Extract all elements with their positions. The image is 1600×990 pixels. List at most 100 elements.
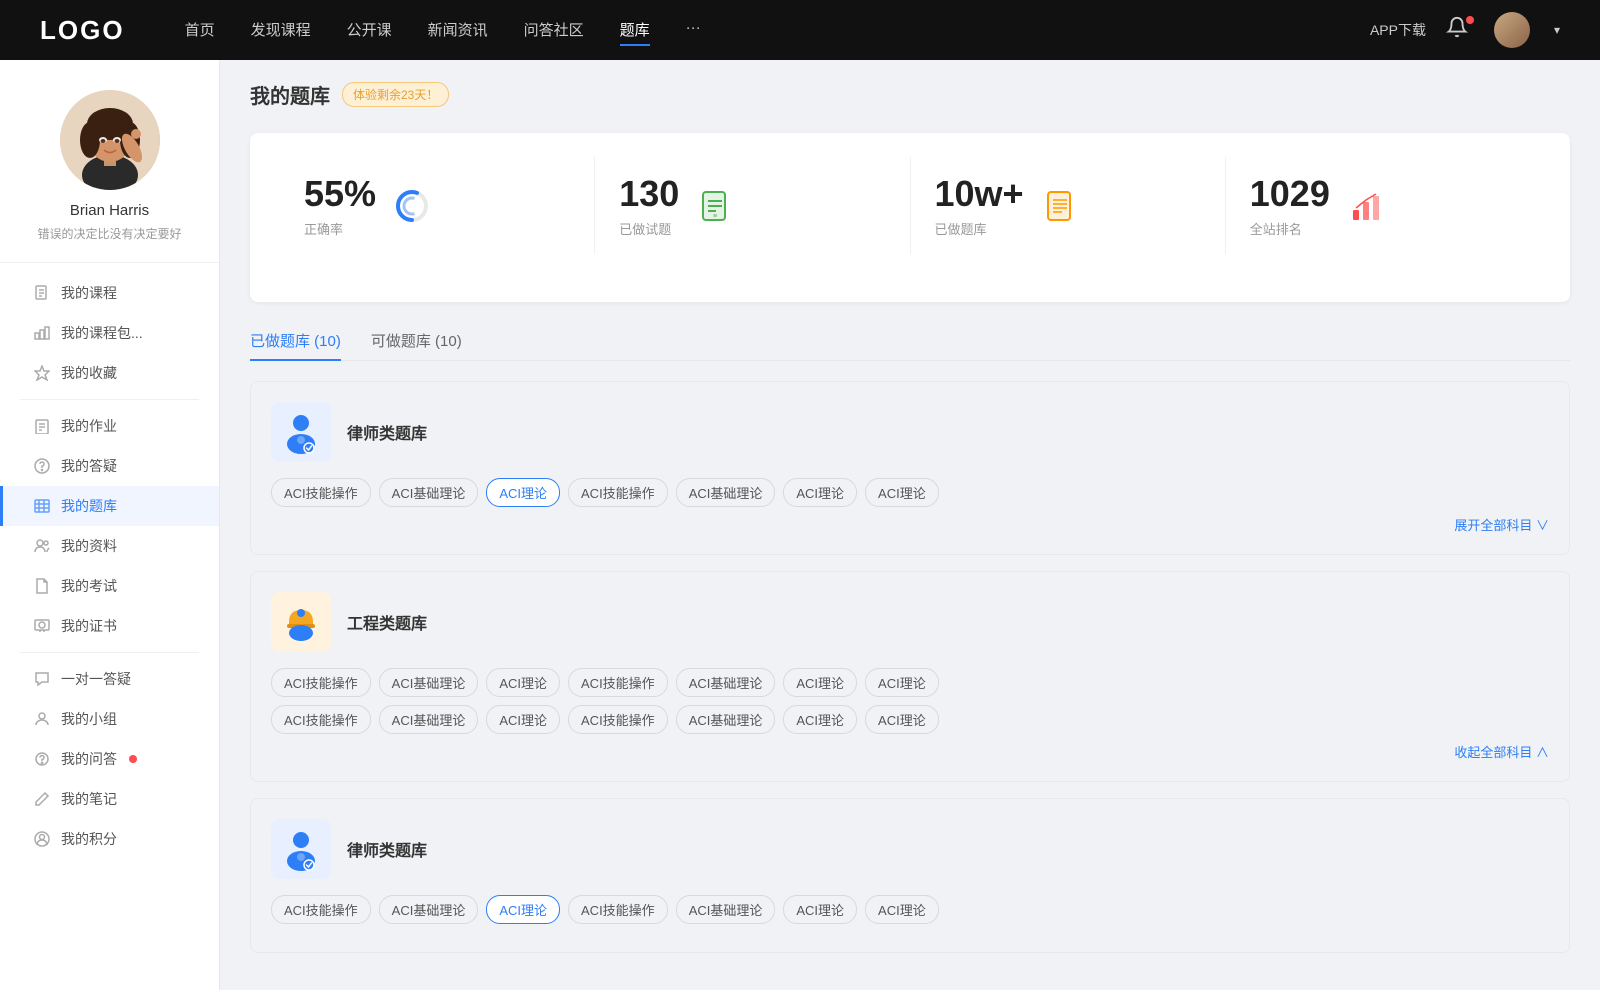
- users-icon: [33, 710, 51, 728]
- bank-header-engineer1: 工程类题库: [271, 592, 1549, 652]
- app-download-link[interactable]: APP下载: [1370, 20, 1426, 40]
- eng-tag-r2-5[interactable]: ACI理论: [783, 705, 857, 734]
- stat-accuracy: 55% 正确率: [280, 157, 595, 254]
- eng-tag-r1-4[interactable]: ACI基础理论: [676, 668, 776, 697]
- sidebar-item-course-package[interactable]: 我的课程包...: [0, 313, 219, 353]
- eng-tag-r1-6[interactable]: ACI理论: [865, 668, 939, 697]
- sidebar-item-profile[interactable]: 我的资料: [0, 526, 219, 566]
- eng-tag-r1-1[interactable]: ACI基础理论: [379, 668, 479, 697]
- sidebar-label-group: 我的小组: [61, 709, 117, 729]
- chat-icon: [33, 670, 51, 688]
- law2-tag-2-active[interactable]: ACI理论: [486, 895, 560, 924]
- stat-ranking: 1029 全站排名: [1226, 157, 1540, 254]
- bell-icon: [1446, 16, 1468, 38]
- sidebar-label-my-questions: 我的问答: [61, 749, 117, 769]
- user-avatar[interactable]: [1494, 12, 1530, 48]
- eng-tag-r2-4[interactable]: ACI基础理论: [676, 705, 776, 734]
- nav-question-bank[interactable]: 题库: [620, 15, 650, 46]
- sidebar-label-notes: 我的笔记: [61, 789, 117, 809]
- file-icon: [33, 577, 51, 595]
- sidebar-item-my-questions[interactable]: 我的问答: [0, 739, 219, 779]
- logo: LOGO: [40, 15, 125, 46]
- sidebar-item-points[interactable]: 我的积分: [0, 819, 219, 859]
- nav-news[interactable]: 新闻资讯: [428, 15, 488, 46]
- eng-tag-r2-2[interactable]: ACI理论: [486, 705, 560, 734]
- nav-discover[interactable]: 发现课程: [251, 15, 311, 46]
- sidebar-item-question-bank[interactable]: 我的题库: [0, 486, 219, 526]
- user-group-icon: [33, 537, 51, 555]
- stat-done-questions: 130 已做试题 ≡: [595, 157, 910, 254]
- sidebar-item-certificate[interactable]: 我的证书: [0, 606, 219, 646]
- eng-tag-r2-1[interactable]: ACI基础理论: [379, 705, 479, 734]
- pen-icon: [33, 790, 51, 808]
- sidebar-item-notes[interactable]: 我的笔记: [0, 779, 219, 819]
- stat-accuracy-value-wrap: 55% 正确率: [304, 173, 376, 238]
- bank-tags-lawyer2: ACI技能操作 ACI基础理论 ACI理论 ACI技能操作 ACI基础理论 AC…: [271, 895, 1549, 924]
- sidebar-label-questions: 我的答疑: [61, 456, 117, 476]
- tag-0[interactable]: ACI技能操作: [271, 478, 371, 507]
- sidebar-item-homework[interactable]: 我的作业: [0, 406, 219, 446]
- stat-done-banks-label: 已做题库: [935, 219, 1024, 238]
- sidebar-profile: Brian Harris 错误的决定比没有决定要好: [0, 90, 219, 263]
- tab-available-banks[interactable]: 可做题库 (10): [371, 322, 462, 361]
- person-circle-icon: [33, 830, 51, 848]
- nav-more[interactable]: ···: [686, 15, 701, 46]
- main-wrapper: Brian Harris 错误的决定比没有决定要好 我的课程: [0, 0, 1600, 990]
- sidebar-divider-2: [20, 652, 199, 653]
- nav-open-course[interactable]: 公开课: [347, 15, 392, 46]
- lawyer-icon: [279, 410, 323, 454]
- header: LOGO 首页 发现课程 公开课 新闻资讯 问答社区 题库 ··· APP下载 …: [0, 0, 1600, 60]
- law2-tag-5[interactable]: ACI理论: [783, 895, 857, 924]
- sidebar-menu: 我的课程 我的课程包... 我的收藏: [0, 263, 219, 869]
- bank-footer-lawyer1: 展开全部科目 ∨: [271, 515, 1549, 534]
- tag-6[interactable]: ACI理论: [865, 478, 939, 507]
- nav-qa[interactable]: 问答社区: [524, 15, 584, 46]
- law2-tag-1[interactable]: ACI基础理论: [379, 895, 479, 924]
- profile-avatar: [60, 90, 160, 190]
- collapse-link-engineer1[interactable]: 收起全部科目 ∧: [1454, 745, 1549, 760]
- eng-tag-r1-2[interactable]: ACI理论: [486, 668, 560, 697]
- eng-tag-r1-5[interactable]: ACI理论: [783, 668, 857, 697]
- tag-2-active[interactable]: ACI理论: [486, 478, 560, 507]
- tag-4[interactable]: ACI基础理论: [676, 478, 776, 507]
- stat-done-banks-value-wrap: 10w+ 已做题库: [935, 173, 1024, 238]
- stat-ranking-label: 全站排名: [1250, 219, 1330, 238]
- nav-home[interactable]: 首页: [185, 15, 215, 46]
- user-dropdown-arrow[interactable]: ▾: [1554, 23, 1560, 37]
- sidebar-label-question-bank: 我的题库: [61, 496, 117, 516]
- sidebar-item-exam[interactable]: 我的考试: [0, 566, 219, 606]
- profile-motto: 错误的决定比没有决定要好: [20, 225, 199, 242]
- sidebar-item-one-on-one[interactable]: 一对一答疑: [0, 659, 219, 699]
- page-title-row: 我的题库 体验剩余23天！: [250, 80, 1570, 109]
- sidebar-item-course[interactable]: 我的课程: [0, 273, 219, 313]
- eng-tag-r1-0[interactable]: ACI技能操作: [271, 668, 371, 697]
- sidebar-label-one-on-one: 一对一答疑: [61, 669, 131, 689]
- tag-5[interactable]: ACI理论: [783, 478, 857, 507]
- eng-tag-r2-0[interactable]: ACI技能操作: [271, 705, 371, 734]
- sidebar-item-questions[interactable]: 我的答疑: [0, 446, 219, 486]
- law2-tag-6[interactable]: ACI理论: [865, 895, 939, 924]
- eng-tag-r1-3[interactable]: ACI技能操作: [568, 668, 668, 697]
- bank-tags-engineer1-row2: ACI技能操作 ACI基础理论 ACI理论 ACI技能操作 ACI基础理论 AC…: [271, 705, 1549, 734]
- law2-tag-0[interactable]: ACI技能操作: [271, 895, 371, 924]
- eng-tag-r2-6[interactable]: ACI理论: [865, 705, 939, 734]
- tag-1[interactable]: ACI基础理论: [379, 478, 479, 507]
- trial-badge: 体验剩余23天！: [342, 82, 449, 107]
- law2-tag-3[interactable]: ACI技能操作: [568, 895, 668, 924]
- sidebar-item-favorites[interactable]: 我的收藏: [0, 353, 219, 393]
- donut-chart-icon: [392, 186, 432, 226]
- eng-tag-r2-3[interactable]: ACI技能操作: [568, 705, 668, 734]
- bank-section-lawyer2: 律师类题库 ACI技能操作 ACI基础理论 ACI理论 ACI技能操作 ACI基…: [250, 798, 1570, 953]
- bell-button[interactable]: [1446, 16, 1474, 44]
- lawyer-icon-wrap: [271, 402, 331, 462]
- sidebar-item-group[interactable]: 我的小组: [0, 699, 219, 739]
- page-title: 我的题库: [250, 80, 330, 109]
- tag-3[interactable]: ACI技能操作: [568, 478, 668, 507]
- stats-row: 55% 正确率 130 已做试题: [280, 157, 1540, 254]
- tab-done-banks[interactable]: 已做题库 (10): [250, 322, 341, 361]
- expand-link-lawyer1[interactable]: 展开全部科目 ∨: [1454, 518, 1549, 533]
- main-content: 我的题库 体验剩余23天！ 55% 正确率: [220, 60, 1600, 990]
- star-icon: [33, 364, 51, 382]
- certificate-icon: [33, 617, 51, 635]
- law2-tag-4[interactable]: ACI基础理论: [676, 895, 776, 924]
